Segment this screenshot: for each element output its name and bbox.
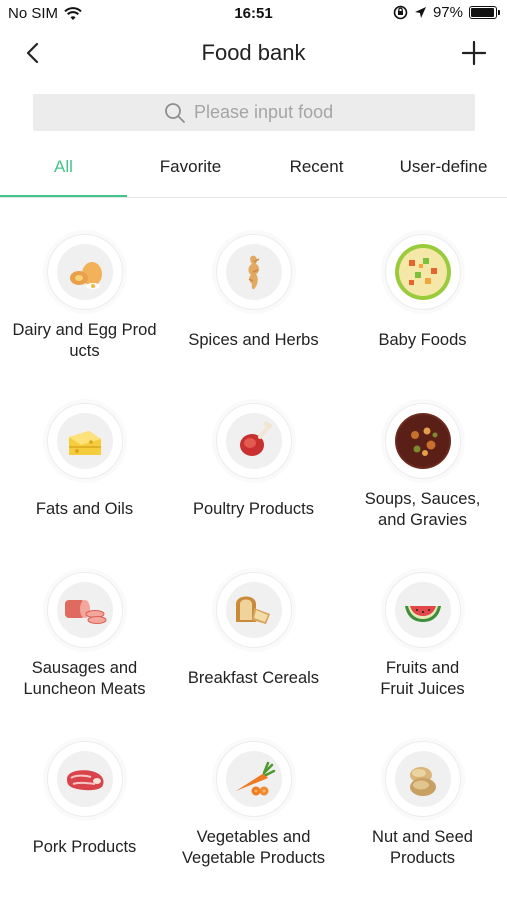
cheese-fat-icon xyxy=(57,413,113,469)
category-label-line1: Fruits and xyxy=(385,659,460,677)
category-label-line1: Sausages and xyxy=(31,659,138,677)
category-icon-frame xyxy=(385,403,461,479)
category-fruits-and-fruit-juices[interactable]: Fruits and Fruit Juices xyxy=(338,570,507,730)
category-icon-frame xyxy=(216,741,292,817)
category-icon-frame xyxy=(47,234,123,310)
category-sausages-luncheon-meats[interactable]: Sausages and Luncheon Meats xyxy=(0,570,169,730)
category-icon-frame xyxy=(216,234,292,310)
battery-level xyxy=(471,8,495,17)
category-label-line2: Products xyxy=(389,849,456,867)
category-label: Poultry Products xyxy=(192,500,315,518)
category-icon-frame xyxy=(47,403,123,479)
status-bar: No SIM 16:51 97% xyxy=(0,0,507,30)
category-label: Soups, Sauces, and Gravies xyxy=(338,489,507,531)
category-dairy-and-egg[interactable]: Dairy and Egg Prod ucts xyxy=(0,232,169,392)
page-title: Food bank xyxy=(201,40,306,65)
tab-recent[interactable]: Recent xyxy=(253,150,380,197)
category-label: Fruits and Fruit Juices xyxy=(338,658,507,700)
category-label: Nut and Seed Products xyxy=(338,827,507,869)
search-bar[interactable] xyxy=(33,94,475,131)
category-vegetables-products[interactable]: Vegetables and Vegetable Products xyxy=(169,739,338,899)
category-nut-and-seed-products[interactable]: Nut and Seed Products xyxy=(338,739,507,899)
category-icon-frame xyxy=(385,234,461,310)
category-label: Vegetables and Vegetable Products xyxy=(169,827,338,869)
category-icon-frame xyxy=(47,572,123,648)
category-label: Pork Products xyxy=(32,838,137,856)
baby-food-icon xyxy=(395,244,451,300)
category-spices-and-herbs[interactable]: Spices and Herbs xyxy=(169,232,338,392)
category-icon-frame xyxy=(216,572,292,648)
category-label: Sausages and Luncheon Meats xyxy=(0,658,169,700)
search-icon xyxy=(165,102,185,123)
watermelon-icon xyxy=(395,582,451,638)
category-icon-frame xyxy=(385,572,461,648)
category-label: Spices and Herbs xyxy=(188,331,319,349)
category-label-line1: Dairy and Egg Prod xyxy=(12,321,157,339)
category-icon-frame xyxy=(385,741,461,817)
category-label: Fats and Oils xyxy=(35,500,134,518)
active-tab-indicator xyxy=(0,195,127,197)
nuts-icon xyxy=(395,751,451,807)
soup-icon xyxy=(395,413,451,469)
category-label-line2: and Gravies xyxy=(378,511,467,529)
tab-favorite[interactable]: Favorite xyxy=(127,150,254,197)
battery-percent: 97% xyxy=(432,4,463,21)
eggs-icon xyxy=(57,244,113,300)
category-label-line2: Vegetable Products xyxy=(181,849,326,867)
location-icon xyxy=(414,7,426,18)
category-label-line1: Soups, Sauces, xyxy=(364,490,481,508)
plus-icon xyxy=(461,40,487,66)
category-label: Breakfast Cereals xyxy=(187,669,320,687)
category-icon-frame xyxy=(47,741,123,817)
battery-icon xyxy=(469,6,500,19)
category-poultry-products[interactable]: Poultry Products xyxy=(169,401,338,561)
nav-bar: Food bank xyxy=(0,30,507,76)
category-tabs: All Favorite Recent User-define xyxy=(0,150,507,198)
category-label-line1: Nut and Seed xyxy=(372,828,473,846)
category-soups-sauces-gravies[interactable]: Soups, Sauces, and Gravies xyxy=(338,401,507,561)
category-label-line2: Fruit Juices xyxy=(380,680,465,698)
category-label: Dairy and Egg Prod ucts xyxy=(0,320,169,362)
drumstick-icon xyxy=(226,413,282,469)
category-label-line2: ucts xyxy=(69,342,100,360)
category-fats-and-oils[interactable]: Fats and Oils xyxy=(0,401,169,561)
orientation-lock-icon xyxy=(393,5,408,20)
sausage-icon xyxy=(57,582,113,638)
tab-user-define[interactable]: User-define xyxy=(380,150,507,197)
carrot-icon xyxy=(226,751,282,807)
category-label-line1: Vegetables and xyxy=(196,828,311,846)
bread-icon xyxy=(226,582,282,638)
category-icon-frame xyxy=(216,403,292,479)
category-label: Baby Foods xyxy=(378,331,467,349)
search-input[interactable] xyxy=(194,102,344,123)
category-label-line2: Luncheon Meats xyxy=(23,680,146,698)
category-pork-products[interactable]: Pork Products xyxy=(0,739,169,899)
pork-steak-icon xyxy=(57,751,113,807)
ginger-icon xyxy=(226,244,282,300)
tab-all[interactable]: All xyxy=(0,150,127,197)
category-breakfast-cereals[interactable]: Breakfast Cereals xyxy=(169,570,338,730)
category-baby-foods[interactable]: Baby Foods xyxy=(338,232,507,392)
status-right: 97% xyxy=(393,4,500,21)
add-food-button[interactable] xyxy=(459,38,489,68)
